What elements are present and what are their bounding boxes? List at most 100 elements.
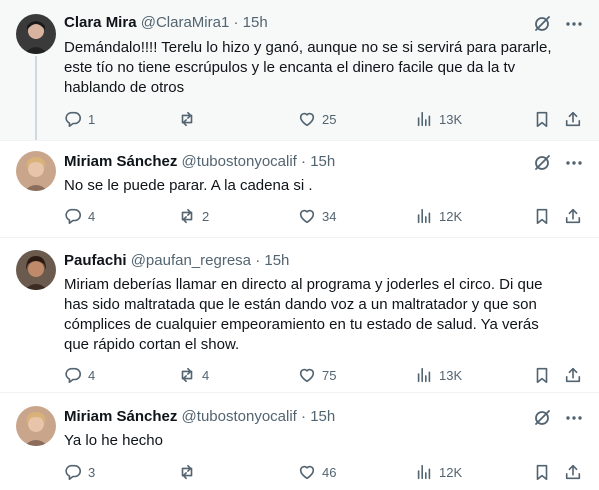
like-icon	[299, 112, 315, 127]
user-handle[interactable]: @tubostonyocalif	[182, 408, 297, 425]
tweet-text: No se le puede parar. A la cadena si .	[64, 177, 313, 194]
more-icon[interactable]	[565, 409, 583, 427]
views-button[interactable]: 13K	[415, 364, 462, 386]
grok-icon[interactable]	[533, 154, 551, 172]
bookmark-icon	[536, 208, 548, 225]
grok-icon[interactable]	[533, 15, 551, 33]
tweet[interactable]: Miriam Sánchez @tubostonyocalif · 15h No…	[0, 140, 599, 237]
display-name[interactable]: Clara Mira	[64, 14, 137, 31]
tweet-text: Miriam deberías llamar en directo al pro…	[64, 276, 543, 353]
tweet[interactable]: Paufachi @paufan_regresa · 15h Miriam de…	[0, 237, 599, 392]
retweet-button[interactable]	[178, 108, 202, 130]
tweet-top-icons	[533, 15, 583, 33]
tweet-header: Miriam Sánchez @tubostonyocalif · 15h	[64, 152, 335, 172]
reply-icon	[65, 111, 81, 128]
views-icon	[417, 208, 431, 224]
avatar[interactable]	[16, 14, 56, 54]
reply-button[interactable]: 4	[64, 205, 95, 227]
reply-count: 3	[88, 464, 96, 480]
tweet-header: Paufachi @paufan_regresa · 15h	[64, 251, 289, 271]
views-icon	[417, 111, 431, 127]
display-name[interactable]: Paufachi	[64, 252, 127, 269]
thread-line	[35, 56, 37, 140]
more-icon[interactable]	[565, 15, 583, 33]
reply-icon	[65, 208, 81, 225]
like-button[interactable]: 25	[298, 108, 336, 130]
separator-dot: ·	[301, 408, 307, 425]
display-name[interactable]: Miriam Sánchez	[64, 408, 177, 425]
views-button[interactable]: 12K	[415, 461, 462, 483]
display-name[interactable]: Miriam Sánchez	[64, 153, 177, 170]
user-handle[interactable]: @tubostonyocalif	[182, 153, 297, 170]
avatar[interactable]	[16, 151, 56, 191]
reply-icon	[65, 464, 81, 481]
retweet-icon	[181, 208, 193, 224]
retweet-button[interactable]: 2	[178, 205, 209, 227]
timestamp[interactable]: 15h	[310, 153, 335, 170]
separator-dot: ·	[301, 153, 307, 170]
like-count: 25	[322, 111, 337, 127]
retweet-button[interactable]: 4	[178, 364, 209, 386]
avatar[interactable]	[16, 250, 56, 290]
reply-button[interactable]: 4	[64, 364, 95, 386]
reply-count: 1	[88, 111, 96, 127]
user-handle[interactable]: @paufan_regresa	[131, 252, 251, 269]
timestamp[interactable]: 15h	[310, 408, 335, 425]
avatar[interactable]	[16, 406, 56, 446]
share-button[interactable]	[564, 108, 582, 130]
retweet-count: 2	[202, 208, 210, 224]
reply-count: 4	[88, 367, 96, 383]
separator-dot: ·	[255, 252, 261, 269]
views-count: 13K	[439, 111, 463, 127]
tweet-header: Clara Mira @ClaraMira1 · 15h	[64, 13, 268, 33]
tweet-text: Ya lo he hecho	[64, 432, 163, 449]
views-icon	[417, 367, 431, 383]
like-icon	[299, 209, 315, 224]
more-icon[interactable]	[565, 154, 583, 172]
share-icon	[565, 208, 581, 224]
reply-button[interactable]: 3	[64, 461, 95, 483]
tweet[interactable]: Miriam Sánchez @tubostonyocalif · 15h Ya…	[0, 392, 599, 490]
like-count: 34	[322, 208, 337, 224]
views-count: 12K	[439, 208, 463, 224]
views-count: 12K	[439, 464, 463, 480]
like-button[interactable]: 34	[298, 205, 336, 227]
like-button[interactable]: 46	[298, 461, 336, 483]
tweet-header: Miriam Sánchez @tubostonyocalif · 15h	[64, 407, 335, 427]
timestamp[interactable]: 15h	[264, 252, 289, 269]
share-icon	[565, 367, 581, 383]
share-button[interactable]	[564, 461, 582, 483]
like-button[interactable]: 75	[298, 364, 336, 386]
grok-icon[interactable]	[533, 409, 551, 427]
bookmark-button[interactable]	[533, 461, 551, 483]
share-button[interactable]	[564, 364, 582, 386]
tweet-actions: 4 4 75 13K	[58, 364, 586, 386]
bookmark-button[interactable]	[533, 364, 551, 386]
reply-count: 4	[88, 208, 96, 224]
like-icon	[299, 368, 315, 383]
separator-dot: ·	[233, 14, 239, 31]
retweet-icon	[181, 367, 193, 383]
bookmark-icon	[536, 111, 548, 128]
views-button[interactable]: 12K	[415, 205, 462, 227]
like-icon	[299, 465, 315, 480]
bookmark-button[interactable]	[533, 108, 551, 130]
tweet-top-icons	[533, 154, 583, 172]
retweet-icon	[181, 464, 193, 480]
reply-button[interactable]: 1	[64, 108, 95, 130]
bookmark-button[interactable]	[533, 205, 551, 227]
tweet[interactable]: Clara Mira @ClaraMira1 · 15h Demándalo!!…	[0, 0, 599, 140]
tweet-actions: 3 46 12K	[58, 461, 586, 483]
timestamp[interactable]: 15h	[243, 14, 268, 31]
user-handle[interactable]: @ClaraMira1	[141, 14, 230, 31]
tweet-text: Demándalo!!!! Terelu lo hizo y ganó, aun…	[64, 39, 552, 96]
bookmark-icon	[536, 464, 548, 481]
tweet-actions: 4 2 34 12K	[58, 205, 586, 227]
like-count: 75	[322, 367, 337, 383]
share-button[interactable]	[564, 205, 582, 227]
retweet-button[interactable]	[178, 461, 202, 483]
views-button[interactable]: 13K	[415, 108, 462, 130]
like-count: 46	[322, 464, 337, 480]
views-icon	[417, 464, 431, 480]
tweet-actions: 1 25 13K	[58, 108, 586, 130]
